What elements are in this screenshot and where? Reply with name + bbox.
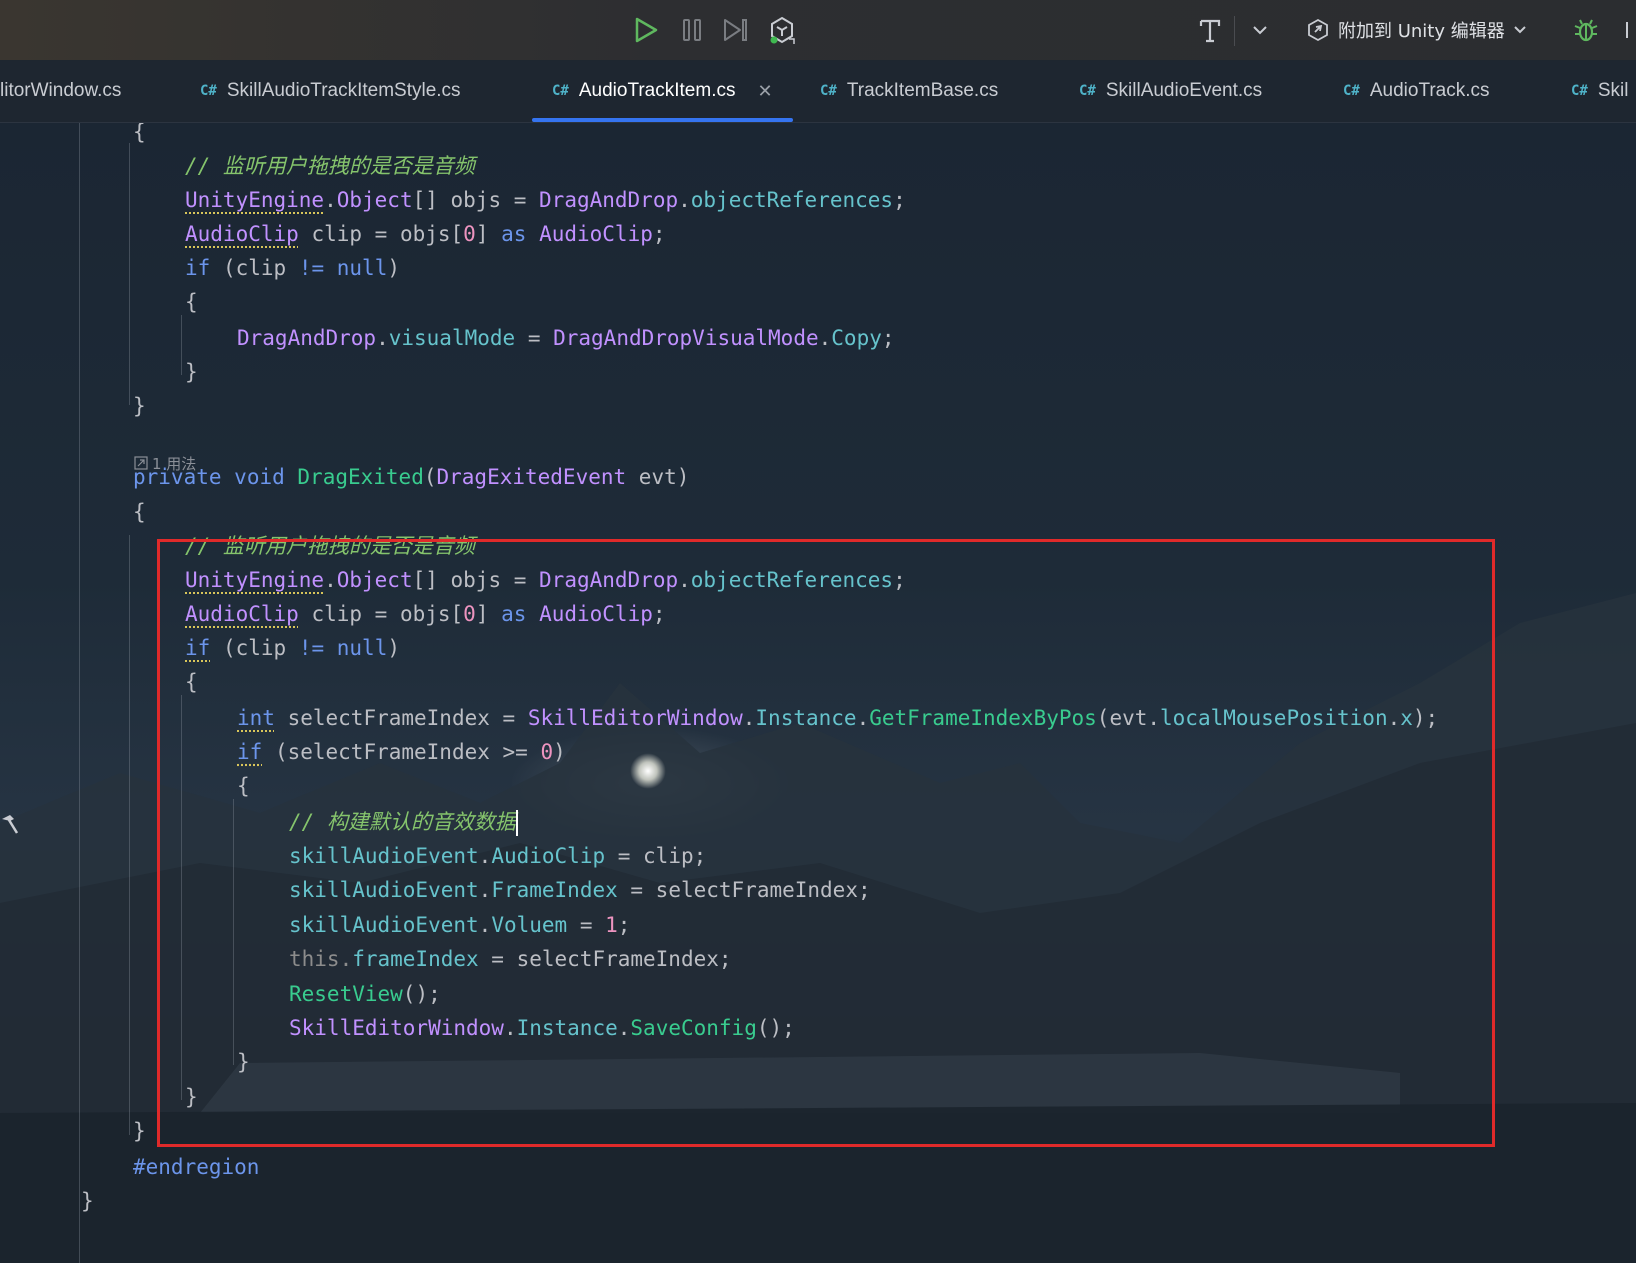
tab-label: AudioTrackItem.cs (578, 80, 736, 101)
pause-icon[interactable] (676, 14, 708, 46)
code-line: } (133, 1119, 146, 1143)
tab-label: TrackItemBase.cs (846, 80, 999, 101)
code-editor[interactable]: { // 监听用户拖拽的是否是音频 UnityEngine.Object[] o… (0, 123, 1636, 1263)
tab-label: litorWindow.cs (0, 80, 122, 101)
code-area[interactable]: { // 监听用户拖拽的是否是音频 UnityEngine.Object[] o… (0, 123, 1636, 1263)
indent-guide (129, 535, 130, 1135)
code-line: } (185, 360, 198, 384)
code-line: #endregion (133, 1155, 260, 1179)
indent-guide (129, 143, 130, 405)
tab-label: SkillAudioEvent.cs (1105, 80, 1263, 101)
csharp-file-icon: C# (1571, 83, 1588, 99)
bug-icon[interactable] (1570, 14, 1602, 46)
main-toolbar: 附加到 Unity 编辑器 (0, 0, 1636, 61)
tab-label: Skil (1597, 80, 1629, 101)
editor-tabs: litorWindow.cs C# SkillAudioTrackItemSty… (0, 60, 1636, 123)
code-line: } (81, 1189, 94, 1213)
csharp-file-icon: C# (820, 83, 837, 99)
play-icon[interactable] (630, 14, 662, 46)
code-line: UnityEngine.Object[] objs = DragAndDrop.… (185, 188, 906, 212)
chevron-down-icon (1514, 26, 1526, 34)
tab-skill-audio-track-item-style[interactable]: C# SkillAudioTrackItemStyle.cs (200, 60, 461, 122)
close-icon[interactable]: ✕ (757, 81, 772, 102)
unity-debug-icon[interactable] (766, 14, 798, 46)
tab-audio-track-item[interactable]: C# AudioTrackItem.cs ✕ (532, 60, 793, 122)
more-icon[interactable] (1620, 14, 1636, 46)
csharp-file-icon: C# (1343, 83, 1360, 99)
code-line: { (133, 123, 146, 144)
indent-guide (79, 123, 80, 1263)
hammer-icon[interactable] (0, 813, 20, 841)
tab-label: SkillAudioTrackItemStyle.cs (226, 80, 461, 101)
attach-label: 附加到 Unity 编辑器 (1338, 21, 1505, 42)
tab-track-item-base[interactable]: C# TrackItemBase.cs (820, 60, 998, 122)
csharp-file-icon: C# (200, 83, 217, 99)
toolbar-separator (1234, 16, 1235, 46)
hammer-t-icon[interactable] (1194, 14, 1226, 46)
tab-audio-track[interactable]: C# AudioTrack.cs (1343, 60, 1490, 122)
attach-icon (1308, 18, 1328, 42)
highlight-box (157, 539, 1495, 1147)
chevron-down-icon[interactable] (1244, 14, 1276, 46)
code-line: AudioClip clip = objs[0] as AudioClip; (185, 222, 666, 246)
tab-skill-editor-window[interactable]: litorWindow.cs (0, 60, 121, 122)
tab-skill-audio-event[interactable]: C# SkillAudioEvent.cs (1079, 60, 1262, 122)
indent-guide (181, 315, 182, 375)
code-line: { (133, 500, 146, 524)
code-line: } (133, 394, 146, 418)
code-line: if (clip != null) (185, 256, 400, 280)
code-line: // 监听用户拖拽的是否是音频 (185, 154, 475, 178)
csharp-file-icon: C# (1079, 83, 1096, 99)
attach-to-unity-button[interactable]: 附加到 Unity 编辑器 (1306, 14, 1527, 46)
csharp-file-icon: C# (552, 83, 569, 99)
step-icon[interactable] (720, 14, 752, 46)
tab-label: AudioTrack.cs (1369, 80, 1490, 101)
tab-skill-truncated[interactable]: C# Skil (1571, 60, 1628, 122)
code-line: DragAndDrop.visualMode = DragAndDropVisu… (237, 326, 895, 350)
code-line: { (185, 290, 198, 314)
code-line: private void DragExited(DragExitedEvent … (133, 465, 690, 489)
